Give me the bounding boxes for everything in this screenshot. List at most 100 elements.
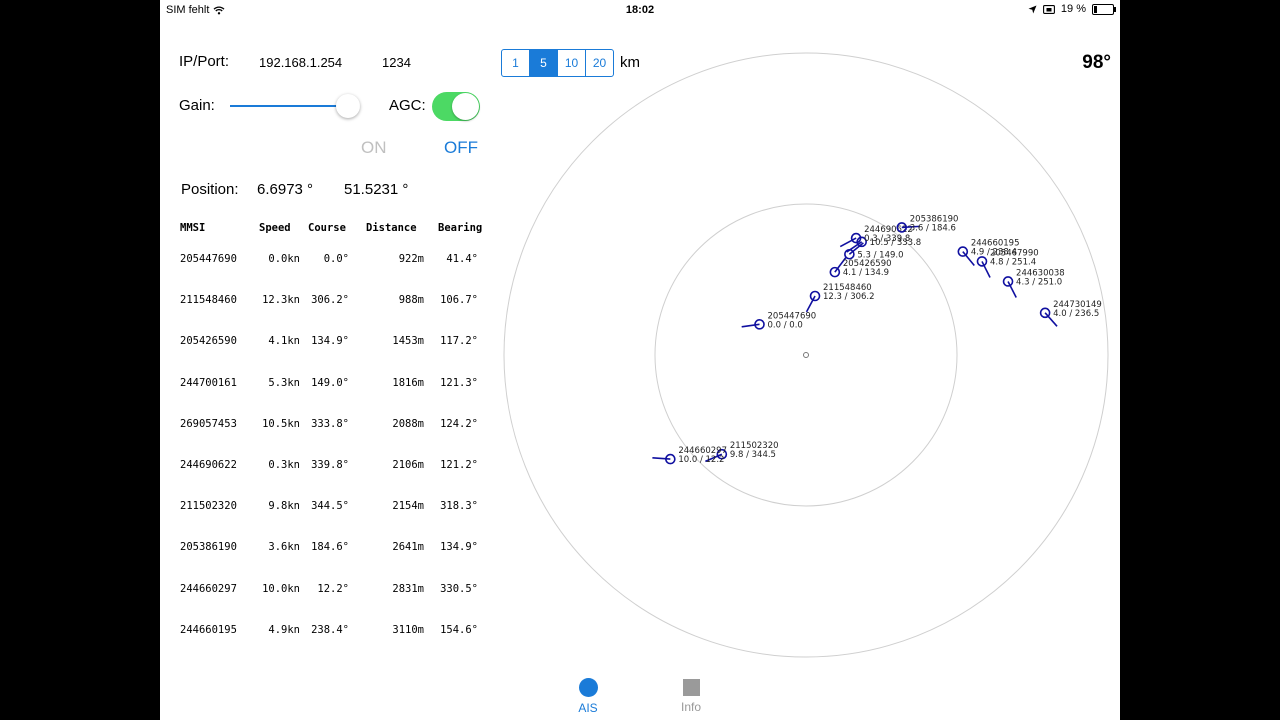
tab-ais[interactable]: AIS: [565, 678, 611, 715]
cell-distance: 922m: [398, 253, 424, 265]
target-speed-course-label: 0.0 / 0.0: [768, 320, 803, 330]
target-speed-course-label: 4.1 / 134.9: [843, 268, 889, 278]
table-row[interactable]: 205426590 4.1kn 134.9° 1453m 117.2°: [180, 335, 500, 349]
own-ship-marker: [803, 352, 809, 358]
ip-address-field[interactable]: 192.168.1.254: [259, 55, 342, 70]
ip-port-label: IP/Port:: [179, 53, 230, 70]
header-course: Course: [308, 222, 346, 234]
table-row[interactable]: 205386190 3.6kn 184.6° 2641m 134.9°: [180, 541, 500, 555]
table-row[interactable]: 244660195 4.9kn 238.4° 3110m 154.6°: [180, 624, 500, 638]
header-distance: Distance: [366, 222, 417, 234]
cell-mmsi: 244660195: [180, 623, 237, 636]
cell-speed: 9.8kn: [268, 500, 300, 513]
cell-speed: 12.3kn: [262, 294, 300, 307]
target-speed-course-label: 4.3 / 251.0: [1016, 277, 1062, 287]
orientation-lock-icon: [1042, 4, 1055, 14]
target-speed-course-label: 9.8 / 344.5: [730, 450, 776, 460]
target-speed-course-label: 3.6 / 184.6: [910, 223, 956, 233]
agc-toggle[interactable]: [432, 92, 480, 121]
table-header: MMSI Speed Course Distance Bearing: [180, 222, 500, 236]
radar-display[interactable]: 2054476900.0 / 0.021154846012.3 / 306.22…: [500, 50, 1120, 670]
cell-speed: 3.6kn: [268, 541, 300, 554]
cell-mmsi: 244700161: [180, 376, 237, 389]
radar-outer-ring: [503, 52, 1109, 658]
cell-speed: 0.3kn: [268, 459, 300, 471]
cell-mmsi: 205447690: [180, 253, 237, 265]
cell-bearing: 330.5°: [440, 582, 478, 595]
position-label: Position:: [181, 181, 239, 198]
status-time: 18:02: [625, 4, 655, 16]
cell-bearing: 106.7°: [440, 294, 478, 307]
cell-distance: 988m: [398, 294, 424, 307]
square-icon: [682, 679, 700, 696]
cell-course: 344.5°: [311, 500, 349, 513]
cell-mmsi: 205426590: [180, 335, 237, 348]
target-course-vector: [741, 323, 760, 328]
table-row[interactable]: 205447690 0.0kn 0.0° 922m 41.4°: [180, 253, 500, 267]
gain-slider-track: [230, 105, 338, 107]
cell-course: 134.9°: [311, 335, 349, 348]
ais-target-marker[interactable]: [1039, 307, 1051, 319]
cell-course: 333.8°: [311, 417, 349, 430]
cell-distance: 1816m: [392, 376, 424, 389]
cell-course: 0.0°: [323, 253, 349, 265]
gain-slider[interactable]: [230, 94, 360, 118]
battery-percent: 19 %: [1060, 3, 1086, 15]
off-button[interactable]: OFF: [444, 138, 478, 158]
cell-bearing: 124.2°: [440, 417, 478, 430]
table-row[interactable]: 211548460 12.3kn 306.2° 988m 106.7°: [180, 294, 500, 308]
cell-bearing: 121.2°: [440, 459, 478, 471]
gain-slider-knob[interactable]: [336, 94, 360, 118]
target-speed-course-label: 0.3 / 339.8: [864, 234, 910, 244]
cell-course: 12.2°: [317, 582, 349, 595]
target-speed-course-label: 5.3 / 149.0: [857, 250, 903, 260]
cell-distance: 2641m: [392, 541, 424, 554]
port-field[interactable]: 1234: [382, 55, 411, 70]
table-row[interactable]: 244700161 5.3kn 149.0° 1816m 121.3°: [180, 377, 500, 391]
header-bearing: Bearing: [438, 222, 483, 234]
cell-mmsi: 244690622: [180, 459, 237, 471]
target-speed-course-label: 4.0 / 236.5: [1053, 309, 1099, 319]
cell-bearing: 121.3°: [440, 376, 478, 389]
cell-bearing: 41.4°: [446, 253, 478, 265]
table-row[interactable]: 244660297 10.0kn 12.2° 2831m 330.5°: [180, 583, 500, 597]
agc-label: AGC:: [389, 97, 426, 114]
gain-label: Gain:: [179, 97, 215, 114]
status-right: 19 %: [1028, 3, 1116, 15]
table-row[interactable]: 269057453 10.5kn 333.8° 2088m 124.2°: [180, 418, 500, 432]
cell-mmsi: 244660297: [180, 582, 237, 595]
cell-bearing: 117.2°: [440, 335, 478, 348]
on-button[interactable]: ON: [361, 138, 387, 158]
target-speed-course-label: 12.3 / 306.2: [823, 292, 875, 302]
target-course-vector: [652, 456, 671, 460]
location-arrow-icon: [1028, 5, 1037, 13]
cell-distance: 2106m: [392, 459, 424, 471]
position-longitude: 6.6973 °: [257, 181, 314, 198]
header-speed: Speed: [259, 222, 291, 234]
cell-bearing: 318.3°: [440, 500, 478, 513]
table-row[interactable]: 211502320 9.8kn 344.5° 2154m 318.3°: [180, 500, 500, 514]
table-row[interactable]: 244690622 0.3kn 339.8° 2106m 121.2°: [180, 459, 500, 473]
target-speed-course-label: 4.8 / 251.4: [990, 257, 1036, 267]
cell-speed: 4.1kn: [268, 335, 300, 348]
cell-distance: 1453m: [392, 335, 424, 348]
cell-mmsi: 205386190: [180, 541, 237, 554]
cell-course: 339.8°: [311, 459, 349, 471]
ais-target-marker[interactable]: [829, 266, 841, 278]
tab-info[interactable]: Info: [668, 678, 714, 714]
agc-toggle-knob: [452, 93, 479, 120]
tab-ais-label: AIS: [578, 701, 598, 715]
battery-icon: [1092, 3, 1116, 15]
circle-icon: [578, 678, 598, 697]
cell-mmsi: 211502320: [180, 500, 237, 513]
cell-distance: 2831m: [392, 582, 424, 595]
cell-course: 306.2°: [311, 294, 349, 307]
cell-distance: 2154m: [392, 500, 424, 513]
position-latitude: 51.5231 °: [344, 181, 409, 198]
cell-distance: 3110m: [392, 623, 424, 636]
cell-distance: 2088m: [392, 417, 424, 430]
app-screen: SIM fehlt 18:02 19 % IP/Port: 192.168.1.…: [160, 0, 1120, 720]
status-bar: SIM fehlt 18:02 19 %: [160, 0, 1120, 20]
cell-course: 149.0°: [311, 376, 349, 389]
cell-mmsi: 211548460: [180, 294, 237, 307]
